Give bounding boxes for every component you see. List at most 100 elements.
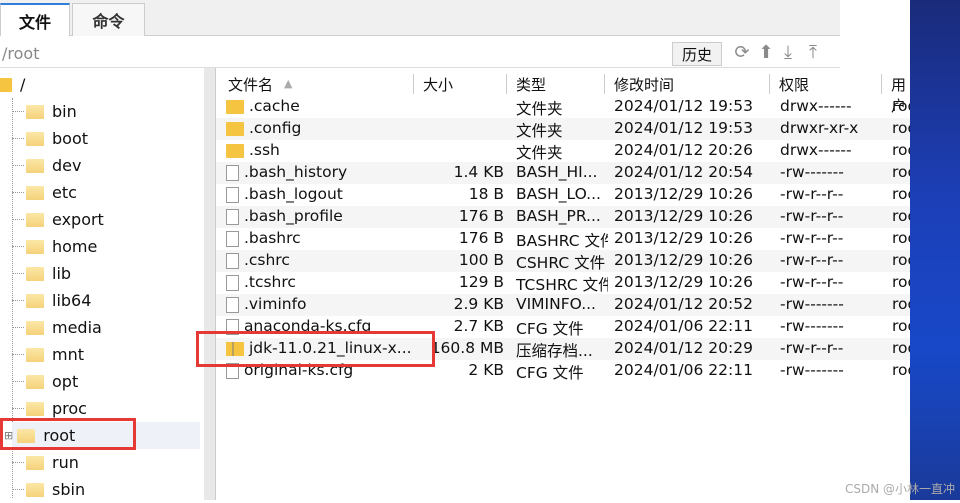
- refresh-icon[interactable]: ⟳: [732, 42, 752, 63]
- tree-item-mnt[interactable]: mnt: [12, 341, 84, 368]
- splitter[interactable]: [204, 68, 216, 500]
- file-size: 1.4 KB: [453, 163, 504, 181]
- tree-connector: [12, 219, 24, 220]
- file-row[interactable]: .cshrc 100 B CSHRC 文件 2013/12/29 10:26 -rw-r…: [216, 250, 916, 272]
- file-size: 18 B: [468, 185, 504, 203]
- column-separator[interactable]: [769, 74, 770, 94]
- file-user: root: [892, 229, 910, 247]
- tree-item-export[interactable]: export: [12, 206, 104, 233]
- file-user: root: [892, 273, 910, 291]
- file-mtime: 2024/01/06 22:11: [614, 317, 753, 335]
- folder-icon: [226, 143, 244, 158]
- file-user: root: [892, 185, 910, 203]
- file-mtime: 2024/01/12 20:26: [614, 141, 753, 159]
- tree-item-label: /: [20, 75, 26, 94]
- tree-connector: [12, 138, 24, 139]
- file-user: root: [892, 141, 910, 159]
- file-row[interactable]: .bash_logout 18 B BASH_LO... 2013/12/29 10:…: [216, 184, 916, 206]
- file-user: root: [892, 251, 910, 269]
- tree-item-sbin[interactable]: sbin: [12, 476, 85, 503]
- tree-item-label: proc: [52, 399, 87, 418]
- file-type: BASH_LO...: [516, 185, 601, 203]
- column-separator[interactable]: [881, 74, 882, 94]
- folder-icon: [226, 99, 244, 114]
- tree-item-label: sbin: [52, 480, 86, 499]
- up-icon[interactable]: ⬆: [756, 42, 776, 63]
- tree-item-lib[interactable]: lib: [12, 260, 71, 287]
- file-icon: [226, 230, 239, 247]
- tree-connector: [12, 462, 24, 463]
- file-row[interactable]: .bashrc 176 B BASHRC 文件 2013/12/29 10:26 -rw…: [216, 228, 916, 250]
- tab-bar: 文件 命令: [0, 0, 840, 36]
- file-permissions: -rw-------: [780, 361, 844, 379]
- tree-item-label: etc: [52, 183, 77, 202]
- file-type: CFG 文件: [516, 364, 584, 382]
- sort-ascending-icon: ▲: [284, 77, 293, 90]
- file-mtime: 2013/12/29 10:26: [614, 251, 753, 269]
- file-type: 文件夹: [516, 144, 563, 162]
- tree-item-home[interactable]: home: [12, 233, 97, 260]
- path-input[interactable]: /root: [2, 44, 39, 63]
- column-separator[interactable]: [604, 74, 605, 94]
- file-permissions: -rw-r--r--: [780, 229, 844, 247]
- column-1[interactable]: 大小: [423, 74, 453, 95]
- file-mtime: 2013/12/29 10:26: [614, 273, 753, 291]
- file-icon: [226, 252, 239, 269]
- file-permissions: -rw-r--r--: [780, 185, 844, 203]
- file-user: root: [892, 163, 910, 181]
- column-separator[interactable]: [506, 74, 507, 94]
- file-row[interactable]: .config 文件夹 2024/01/12 19:53 drwxr-xr-x root: [216, 118, 916, 140]
- watermark: CSDN @小林一直冲: [845, 482, 956, 496]
- tree-connector: [12, 354, 24, 355]
- tree-item-label: run: [52, 453, 79, 472]
- file-mtime: 2013/12/29 10:26: [614, 185, 753, 203]
- tab-files[interactable]: 文件: [0, 3, 70, 36]
- column-4[interactable]: 权限: [779, 74, 809, 95]
- file-mtime: 2024/01/12 20:29: [614, 339, 753, 357]
- tab-commands[interactable]: 命令: [72, 3, 145, 36]
- tree-item-opt[interactable]: opt: [12, 368, 78, 395]
- file-row[interactable]: .ssh 文件夹 2024/01/12 20:26 drwx------ root: [216, 140, 916, 162]
- file-type: VIMINFO...: [516, 295, 596, 313]
- download-icon[interactable]: ⤓: [778, 42, 798, 63]
- folder-icon: [26, 455, 44, 470]
- history-button[interactable]: 历史: [672, 42, 722, 66]
- file-mtime: 2024/01/06 22:11: [614, 361, 753, 379]
- file-icon: [226, 164, 239, 181]
- file-row[interactable]: .viminfo 2.9 KB VIMINFO... 2024/01/12 20:52…: [216, 294, 916, 316]
- file-icon: [226, 208, 239, 225]
- file-icon: [226, 186, 239, 203]
- column-3[interactable]: 修改时间: [614, 74, 674, 95]
- upload-icon[interactable]: ⤒: [803, 42, 823, 63]
- tree-item-bin[interactable]: bin: [12, 98, 77, 125]
- folder-icon: [26, 293, 44, 308]
- tree-item-label: bin: [52, 102, 77, 121]
- file-permissions: drwx------: [780, 141, 852, 159]
- file-row[interactable]: .bash_history 1.4 KB BASH_HI... 2024/01/12 …: [216, 162, 916, 184]
- file-row[interactable]: .cache 文件夹 2024/01/12 19:53 drwx------ root: [216, 96, 916, 118]
- file-permissions: drwx------: [780, 97, 852, 115]
- file-type: 文件夹: [516, 122, 563, 140]
- tree-root[interactable]: /: [0, 71, 25, 98]
- file-name: .cshrc: [243, 251, 290, 269]
- tree-item-boot[interactable]: boot: [12, 125, 88, 152]
- tree-item-label: mnt: [52, 345, 84, 364]
- tree-item-label: lib64: [52, 291, 92, 310]
- file-type: TCSHRC 文件: [516, 276, 608, 294]
- folder-icon: [26, 401, 44, 416]
- tree-connector: [12, 381, 24, 382]
- file-row[interactable]: .bash_profile 176 B BASH_PR... 2013/12/29 1…: [216, 206, 916, 228]
- tree-item-lib64[interactable]: lib64: [12, 287, 91, 314]
- column-0[interactable]: 文件名: [228, 74, 273, 95]
- file-row[interactable]: .tcshrc 129 B TCSHRC 文件 2013/12/29 10:26 -rw…: [216, 272, 916, 294]
- tree-item-media[interactable]: media: [12, 314, 102, 341]
- folder-icon: [26, 374, 44, 389]
- tree-item-etc[interactable]: etc: [12, 179, 77, 206]
- tree-item-run[interactable]: run: [12, 449, 79, 476]
- file-user: root: [892, 119, 910, 137]
- file-size: 129 B: [458, 273, 504, 291]
- column-separator[interactable]: [413, 74, 414, 94]
- tree-item-dev[interactable]: dev: [12, 152, 81, 179]
- column-2[interactable]: 类型: [516, 74, 546, 95]
- folder-icon: [26, 104, 44, 119]
